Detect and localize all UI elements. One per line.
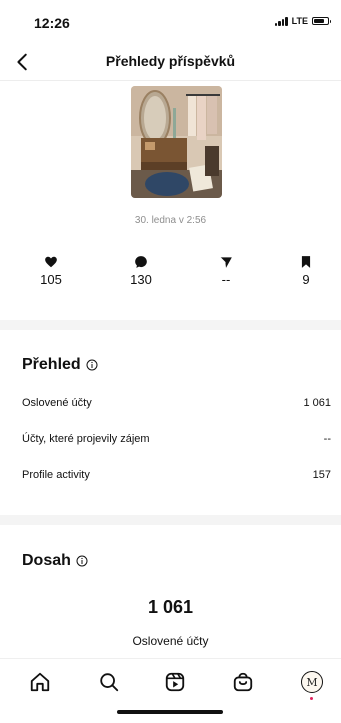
info-icon[interactable] xyxy=(86,359,98,371)
reach-heading: Dosah xyxy=(22,552,88,570)
notification-dot xyxy=(310,697,313,700)
nav-home[interactable] xyxy=(27,669,53,695)
status-indicators: LTE xyxy=(274,16,331,26)
share-icon xyxy=(219,257,232,268)
comments-count: 130 xyxy=(130,272,152,287)
reach-value: 1 061 xyxy=(147,597,194,617)
saves-count: 9 xyxy=(302,272,310,287)
bookmark-icon xyxy=(301,256,311,268)
status-time: 12:26 xyxy=(34,15,70,31)
nav-profile[interactable]: M xyxy=(299,669,325,700)
page-title: Přehledy příspěvků xyxy=(105,53,236,69)
nav-reels[interactable] xyxy=(162,669,188,695)
home-indicator xyxy=(117,710,223,714)
post-date: 30. ledna v 2:56 xyxy=(134,215,207,226)
avatar: M xyxy=(301,671,323,693)
info-icon[interactable] xyxy=(76,555,88,567)
row-value: 157 xyxy=(312,469,331,481)
network-label: LTE xyxy=(291,16,308,26)
nav-shop[interactable] xyxy=(230,669,256,695)
battery-level xyxy=(314,19,325,23)
stat-saves: 9 xyxy=(276,255,336,287)
overview-row-profile-activity[interactable]: Profile activity 157 xyxy=(22,469,331,481)
avatar-letter: M xyxy=(306,675,318,689)
row-value: 1 061 xyxy=(303,397,331,409)
status-bar: 12:26 LTE xyxy=(0,0,341,36)
section-divider xyxy=(0,320,341,330)
row-value: -- xyxy=(323,433,331,445)
battery-icon xyxy=(312,17,331,25)
home-icon xyxy=(30,672,50,692)
row-label: Oslovené účty xyxy=(22,397,92,409)
likes-count: 105 xyxy=(40,272,62,287)
shares-count: -- xyxy=(221,272,231,287)
section-divider xyxy=(0,515,341,525)
signal-icon xyxy=(274,16,288,26)
stat-likes: 105 xyxy=(21,255,81,287)
reels-icon xyxy=(165,672,185,692)
shop-icon xyxy=(233,672,253,692)
heart-icon xyxy=(45,256,57,268)
nav-search[interactable] xyxy=(96,669,122,695)
comment-icon xyxy=(135,256,147,268)
stat-comments: 130 xyxy=(111,255,171,287)
search-icon xyxy=(100,673,119,692)
reach-title: Dosah xyxy=(22,552,71,569)
overview-title: Přehled xyxy=(22,356,81,373)
header: Přehledy příspěvků xyxy=(0,44,341,81)
stat-shares: -- xyxy=(196,255,256,287)
overview-row-engaged[interactable]: Účty, které projevily zájem -- xyxy=(22,433,331,445)
overview-heading: Přehled xyxy=(22,356,98,374)
overview-row-reached[interactable]: Oslovené účty 1 061 xyxy=(22,397,331,409)
row-label: Účty, které projevily zájem xyxy=(22,433,150,445)
row-label: Profile activity xyxy=(22,469,90,481)
post-thumbnail[interactable] xyxy=(131,86,222,198)
reach-label: Oslovené účty xyxy=(132,634,209,648)
